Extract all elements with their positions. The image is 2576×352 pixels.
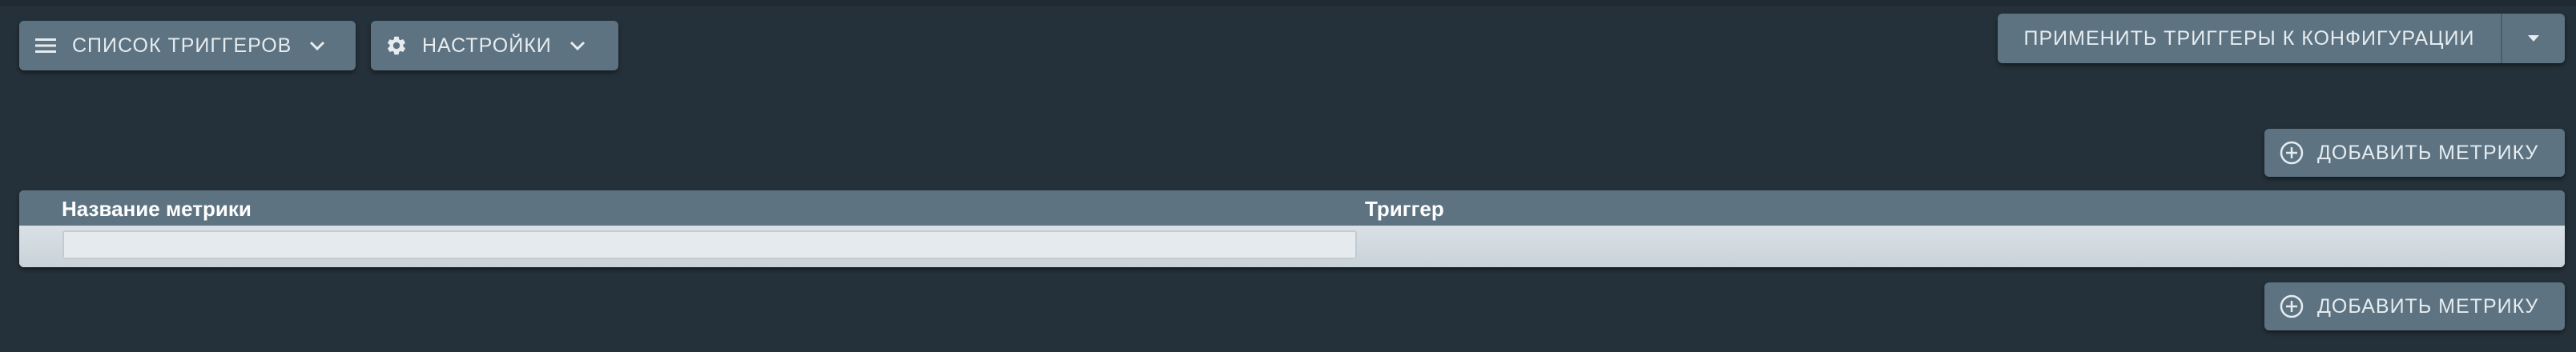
apply-triggers-label: ПРИМЕНИТЬ ТРИГГЕРЫ К КОНФИГУРАЦИИ bbox=[2023, 26, 2475, 50]
metrics-table: Название метрики Триггер bbox=[19, 190, 2565, 267]
add-metric-label: ДОБАВИТЬ МЕТРИКУ bbox=[2317, 294, 2539, 318]
column-header-metric-name: Название метрики bbox=[62, 197, 252, 221]
metric-name-input[interactable] bbox=[62, 230, 1357, 259]
plus-circle-icon bbox=[2280, 141, 2304, 165]
hamburger-menu-icon bbox=[35, 38, 56, 53]
top-edge-strip bbox=[0, 0, 2576, 6]
add-metric-label: ДОБАВИТЬ МЕТРИКУ bbox=[2317, 141, 2539, 164]
apply-triggers-button[interactable]: ПРИМЕНИТЬ ТРИГГЕРЫ К КОНФИГУРАЦИИ bbox=[1998, 14, 2501, 63]
table-header: Название метрики Триггер bbox=[19, 190, 2565, 226]
column-header-trigger: Триггер bbox=[1365, 197, 1444, 221]
chevron-down-icon bbox=[310, 41, 325, 51]
chevron-down-icon bbox=[570, 41, 585, 51]
gear-icon bbox=[388, 36, 405, 55]
add-metric-button[interactable]: ДОБАВИТЬ МЕТРИКУ bbox=[2264, 129, 2565, 177]
settings-menu-button[interactable]: НАСТРОЙКИ bbox=[371, 21, 618, 70]
settings-label: НАСТРОЙКИ bbox=[422, 34, 552, 57]
table-row bbox=[19, 226, 2565, 267]
caret-down-icon bbox=[2528, 35, 2539, 42]
apply-triggers-button-group: ПРИМЕНИТЬ ТРИГГЕРЫ К КОНФИГУРАЦИИ bbox=[1998, 14, 2565, 63]
plus-circle-icon bbox=[2280, 294, 2304, 318]
add-metric-button[interactable]: ДОБАВИТЬ МЕТРИКУ bbox=[2264, 282, 2565, 330]
apply-options-dropdown-button[interactable] bbox=[2501, 14, 2565, 63]
trigger-list-label: СПИСОК ТРИГГЕРОВ bbox=[72, 34, 292, 57]
trigger-list-menu-button[interactable]: СПИСОК ТРИГГЕРОВ bbox=[19, 21, 356, 70]
